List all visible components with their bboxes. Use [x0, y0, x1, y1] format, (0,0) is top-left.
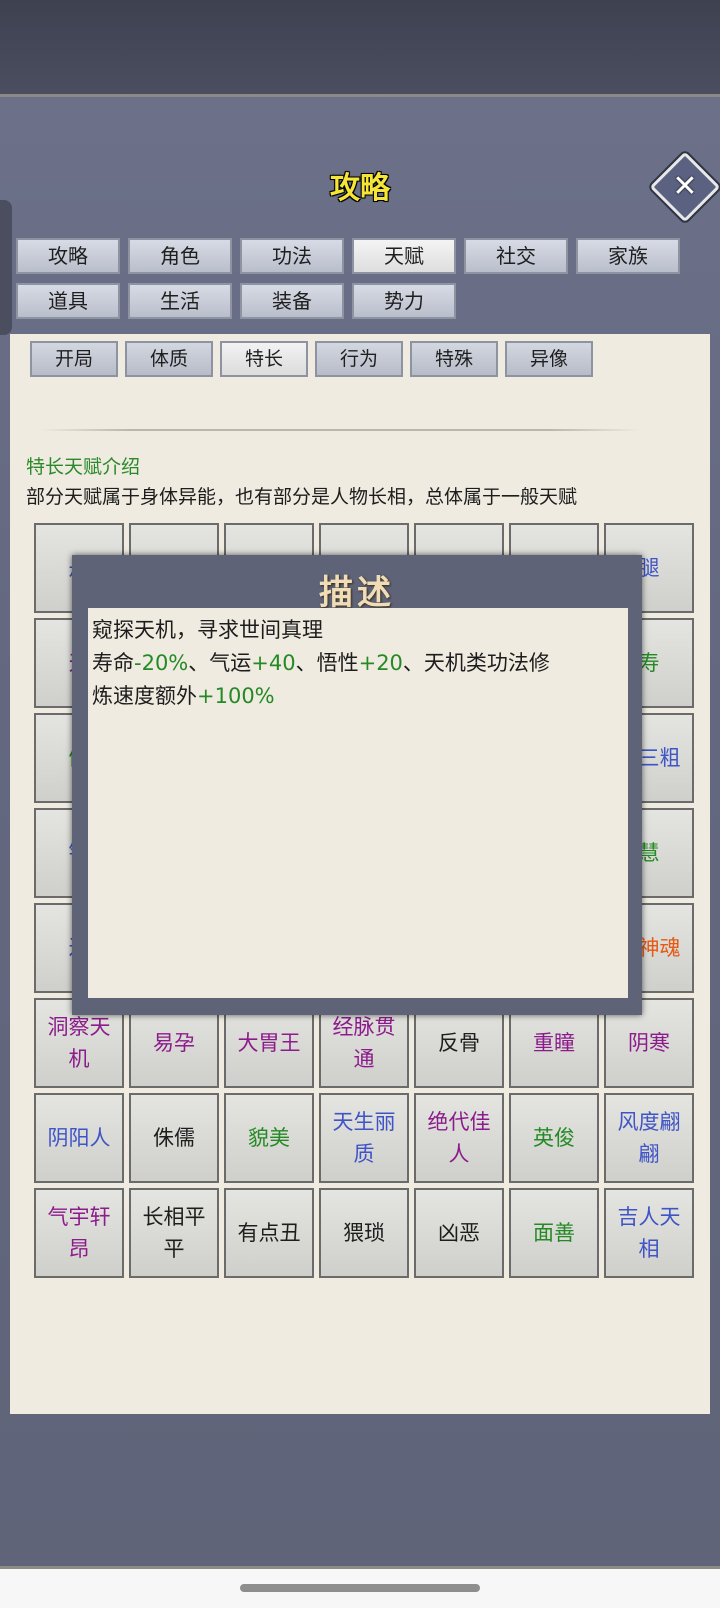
- tab-4[interactable]: 社交: [464, 238, 568, 274]
- talent-cell[interactable]: 天生丽质: [319, 1093, 409, 1183]
- modal-title: 描述: [319, 573, 395, 613]
- modal-line-2: 寿命-20%、气运+40、悟性+20、天机类功法修: [92, 647, 624, 680]
- subtab-0[interactable]: 开局: [30, 341, 118, 377]
- modal-line-1: 窥探天机，寻求世间真理: [92, 618, 323, 642]
- tab-5[interactable]: 家族: [576, 238, 680, 274]
- subtab-4[interactable]: 特殊: [410, 341, 498, 377]
- text-part: 寿命: [92, 651, 134, 675]
- talent-cell[interactable]: 面善: [509, 1188, 599, 1278]
- talent-cell[interactable]: 有点丑: [224, 1188, 314, 1278]
- subtab-2[interactable]: 特长: [220, 341, 308, 377]
- talent-cell[interactable]: 侏儒: [129, 1093, 219, 1183]
- tab-7[interactable]: 生活: [128, 283, 232, 319]
- text-part: 、气运: [188, 651, 252, 675]
- home-indicator[interactable]: [240, 1584, 480, 1592]
- top-bar: [0, 0, 720, 97]
- modal-line-3: 炼速度额外+100%: [92, 680, 624, 713]
- tab-0[interactable]: 攻略: [16, 238, 120, 274]
- talent-cell[interactable]: 长相平平: [129, 1188, 219, 1278]
- talent-cell[interactable]: 风度翩翩: [604, 1093, 694, 1183]
- text-part: 、悟性: [295, 651, 359, 675]
- value-part: +100%: [197, 684, 275, 708]
- talent-cell[interactable]: 阴阳人: [34, 1093, 124, 1183]
- talent-cell[interactable]: 气宇轩昂: [34, 1188, 124, 1278]
- subtab-3[interactable]: 行为: [315, 341, 403, 377]
- intro-description: 部分天赋属于身体异能，也有部分是人物长相，总体属于一般天赋: [26, 486, 578, 508]
- tab-2[interactable]: 功法: [240, 238, 344, 274]
- page-title: 攻略: [330, 171, 390, 206]
- talent-cell[interactable]: 吉人天相: [604, 1188, 694, 1278]
- subtab-5[interactable]: 异像: [505, 341, 593, 377]
- talent-cell[interactable]: 猥琐: [319, 1188, 409, 1278]
- tab-6[interactable]: 道具: [16, 283, 120, 319]
- value-part: +40: [251, 651, 296, 675]
- intro-title: 特长天赋介绍: [26, 456, 141, 478]
- talent-cell[interactable]: 貌美: [224, 1093, 314, 1183]
- tab-9[interactable]: 势力: [352, 283, 456, 319]
- talent-cell[interactable]: 英俊: [509, 1093, 599, 1183]
- divider: [40, 429, 640, 431]
- text-part: 、天机类功法修: [402, 651, 550, 675]
- value-part: +20: [358, 651, 403, 675]
- side-handle[interactable]: [0, 200, 12, 335]
- tab-3[interactable]: 天赋: [352, 238, 456, 274]
- tab-1[interactable]: 角色: [128, 238, 232, 274]
- text-part: 炼速度额外: [92, 684, 197, 708]
- modal-body: 窥探天机，寻求世间真理 寿命-20%、气运+40、悟性+20、天机类功法修 炼速…: [88, 608, 628, 998]
- value-part: -20%: [134, 651, 189, 675]
- close-icon[interactable]: ✕: [664, 166, 706, 208]
- tab-8[interactable]: 装备: [240, 283, 344, 319]
- talent-cell[interactable]: 绝代佳人: [414, 1093, 504, 1183]
- talent-cell[interactable]: 凶恶: [414, 1188, 504, 1278]
- description-modal: 描述 窥探天机，寻求世间真理 寿命-20%、气运+40、悟性+20、天机类功法修…: [72, 555, 642, 1015]
- subtab-1[interactable]: 体质: [125, 341, 213, 377]
